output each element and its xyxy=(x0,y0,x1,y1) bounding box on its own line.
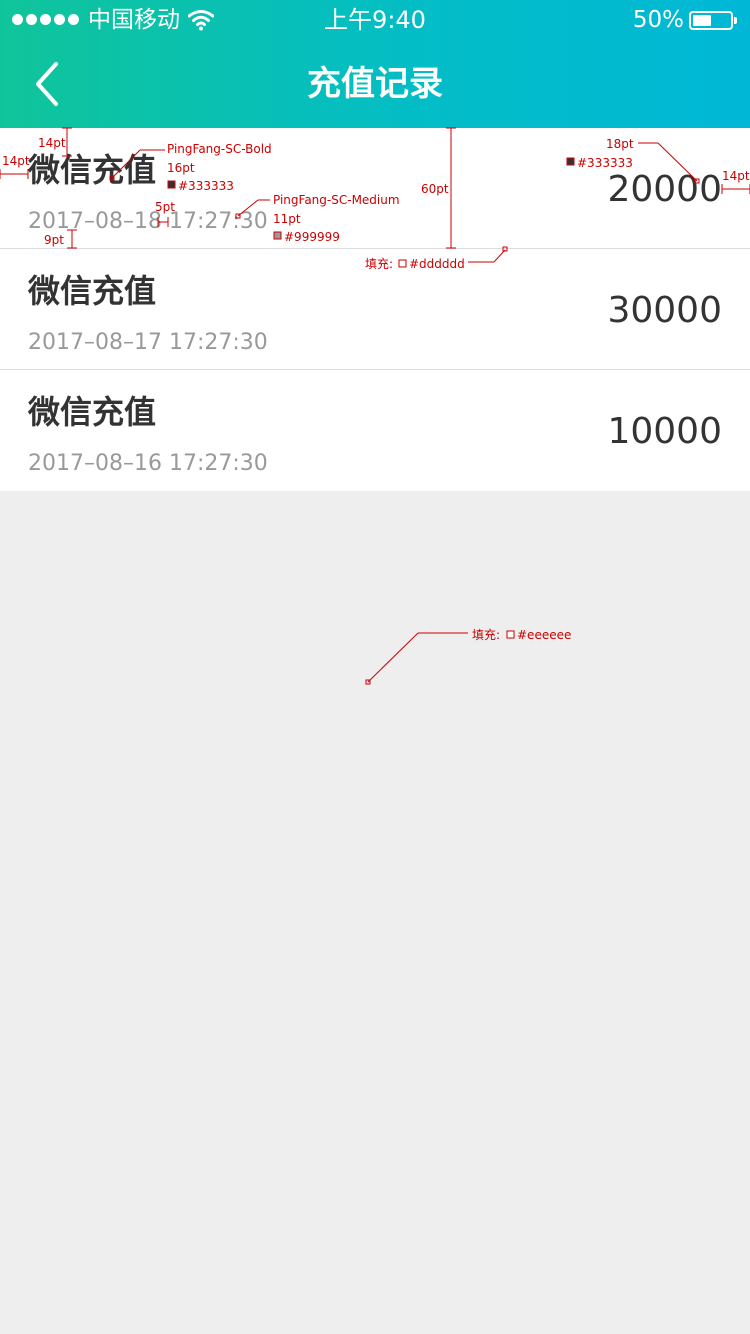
recharge-record-list: 微信充值 2017–08–18 17:27:30 20000 微信充值 2017… xyxy=(0,128,750,491)
nav-bar: 充值记录 xyxy=(0,40,750,128)
annotation-label: 填充: xyxy=(472,627,500,642)
page-title: 充值记录 xyxy=(307,64,443,104)
record-title: 微信充值 xyxy=(28,393,157,431)
record-amount: 20000 xyxy=(607,169,722,210)
battery-cap xyxy=(734,17,737,24)
app-screen: 中国移动 上午9:40 50% 充值记录 微信充值 2017–08–18 17:… xyxy=(0,0,750,1334)
record-amount: 10000 xyxy=(607,411,722,452)
header: 中国移动 上午9:40 50% 充值记录 xyxy=(0,0,750,128)
record-title: 微信充值 xyxy=(28,151,157,189)
record-time: 2017–08–18 17:27:30 xyxy=(28,209,268,234)
annotation-label: #eeeeee xyxy=(517,628,571,642)
list-item[interactable]: 微信充值 2017–08–17 17:27:30 30000 xyxy=(0,249,750,370)
record-amount: 30000 xyxy=(607,290,722,331)
color-swatch xyxy=(506,630,515,639)
list-item[interactable]: 微信充值 2017–08–18 17:27:30 20000 xyxy=(0,128,750,249)
list-item[interactable]: 微信充值 2017–08–16 17:27:30 10000 xyxy=(0,370,750,491)
record-title: 微信充值 xyxy=(28,272,157,310)
status-bar: 中国移动 上午9:40 50% xyxy=(0,0,750,40)
battery-level xyxy=(693,15,711,26)
battery-percent: 50% xyxy=(632,7,684,33)
record-time: 2017–08–16 17:27:30 xyxy=(28,451,268,476)
record-time: 2017–08–17 17:27:30 xyxy=(28,330,268,355)
battery-icon xyxy=(689,11,733,30)
